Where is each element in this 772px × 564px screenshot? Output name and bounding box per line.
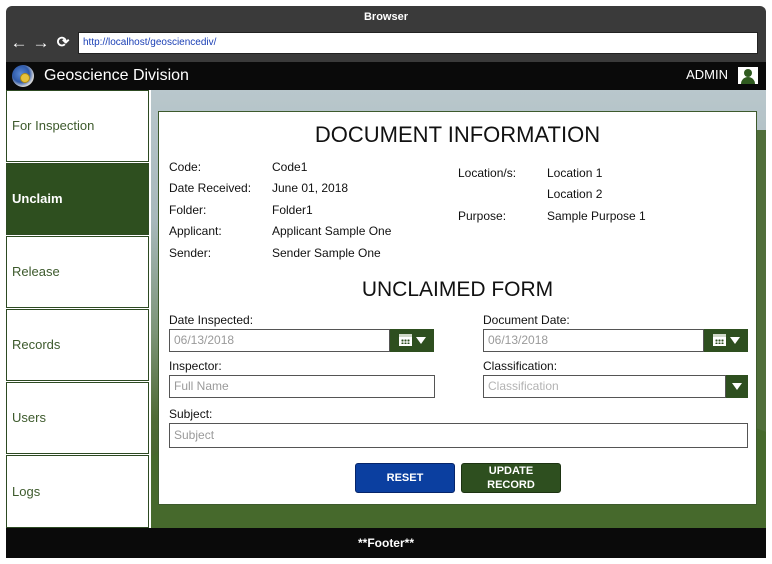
purpose-label: Purpose: (458, 209, 507, 223)
date-inspected-calendar-button[interactable] (390, 329, 434, 352)
classification-select[interactable]: Classification (483, 375, 726, 398)
classification-dropdown-button[interactable] (726, 375, 748, 398)
folder-label: Folder: (169, 203, 207, 217)
caret-down-icon (416, 337, 426, 344)
sender-label: Sender: (169, 246, 212, 260)
applicant-label: Applicant: (169, 224, 222, 238)
calendar-icon (713, 334, 726, 346)
inspector-label: Inspector: (169, 359, 222, 373)
subject-input[interactable]: Subject (169, 423, 748, 448)
browser-title: Browser (363, 11, 409, 23)
user-name[interactable]: ADMIN (686, 62, 728, 90)
document-date-label: Document Date: (483, 313, 570, 327)
sidebar-item-users[interactable]: Users (6, 382, 149, 454)
date-inspected-input[interactable]: 06/13/2018 (169, 329, 390, 352)
calendar-icon (399, 334, 412, 346)
app-title: Geoscience Division (44, 67, 189, 84)
address-bar[interactable]: http://localhost/geosciencediv/ (78, 32, 758, 54)
folder-value: Folder1 (272, 203, 313, 217)
back-arrow-icon[interactable]: ← (10, 34, 28, 52)
purpose-value: Sample Purpose 1 (547, 209, 646, 223)
sidebar-item-for-inspection[interactable]: For Inspection (6, 90, 149, 162)
date-inspected-label: Date Inspected: (169, 313, 254, 327)
seal-logo-icon (12, 65, 34, 87)
code-label: Code: (169, 160, 202, 174)
applicant-value: Applicant Sample One (272, 224, 392, 238)
code-value: Code1 (272, 160, 308, 174)
document-panel: DOCUMENT INFORMATION Code: Code1 Date Re… (158, 111, 757, 505)
date-received-label: Date Received: (169, 181, 252, 195)
reset-button[interactable]: RESET (355, 463, 455, 493)
sidebar-item-release[interactable]: Release (6, 236, 149, 308)
subject-label: Subject: (169, 407, 213, 421)
document-date-input[interactable]: 06/13/2018 (483, 329, 704, 352)
classification-label: Classification: (483, 359, 558, 373)
unclaimed-form-title: UNCLAIMED FORM (361, 278, 554, 301)
forward-arrow-icon[interactable]: → (32, 34, 50, 52)
locations-label: Location/s: (458, 166, 517, 180)
sidebar-item-unclaim[interactable]: Unclaim (6, 163, 149, 235)
location-value-1: Location 1 (547, 166, 603, 180)
user-icon[interactable] (738, 67, 758, 84)
caret-down-icon (730, 337, 740, 344)
date-received-value: June 01, 2018 (272, 181, 349, 195)
content-background: DOCUMENT INFORMATION Code: Code1 Date Re… (151, 90, 766, 528)
sidebar-item-records[interactable]: Records (6, 309, 149, 381)
footer: **Footer** (6, 528, 766, 558)
sidebar-item-logs[interactable]: Logs (6, 455, 149, 528)
location-value-2: Location 2 (547, 187, 603, 201)
update-record-button[interactable]: UPDATE RECORD (461, 463, 561, 493)
inspector-input[interactable]: Full Name (169, 375, 435, 398)
document-date-calendar-button[interactable] (704, 329, 748, 352)
app-header: Geoscience Division ADMIN (6, 62, 766, 90)
reload-icon[interactable]: ⟳ (54, 34, 72, 52)
document-info-title: DOCUMENT INFORMATION (314, 122, 601, 147)
sender-value: Sender Sample One (272, 246, 381, 260)
sidebar: For Inspection Unclaim Release Records U… (6, 90, 151, 528)
caret-down-icon (732, 383, 742, 390)
browser-window: Browser ← → ⟳ http://localhost/geoscienc… (6, 6, 766, 558)
